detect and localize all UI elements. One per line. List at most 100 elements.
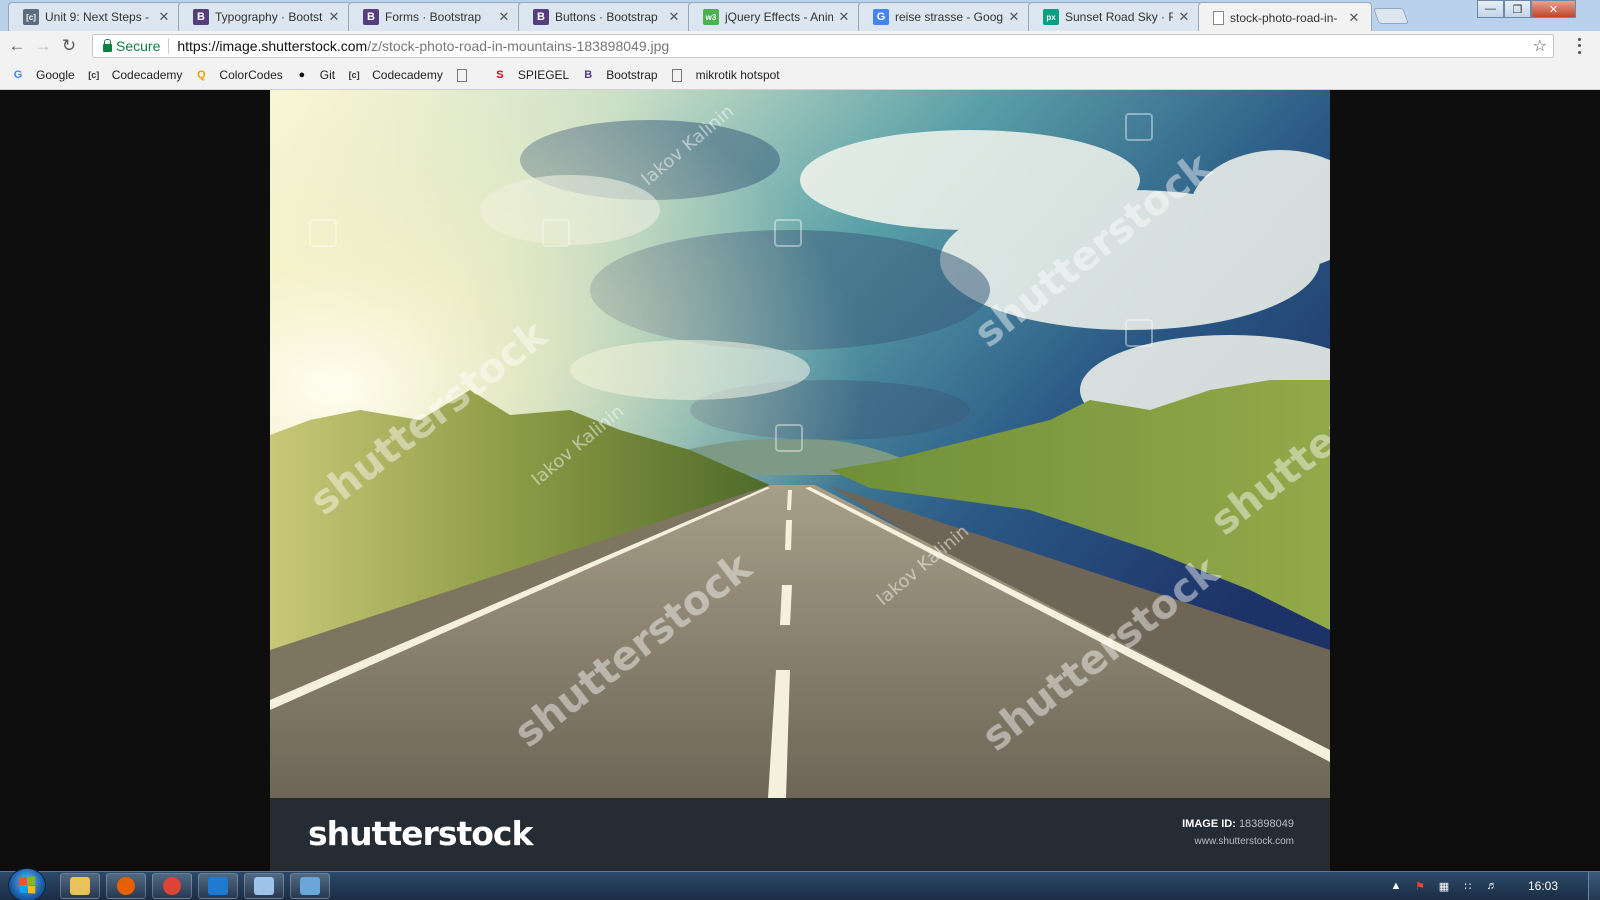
minimize-button[interactable]: — bbox=[1477, 0, 1504, 18]
taskbar-app-vscode[interactable] bbox=[198, 873, 238, 899]
image-id-label: IMAGE ID: bbox=[1182, 818, 1236, 830]
tab-2[interactable]: B Forms · Bootstrap ✕ bbox=[348, 2, 522, 31]
page-icon bbox=[671, 68, 682, 82]
page-viewport: shutterstock shutterstock shutterstock s… bbox=[0, 90, 1600, 871]
arrow-right-icon: → bbox=[34, 36, 52, 55]
bookmark-label: mikrotik hotspot bbox=[695, 68, 780, 82]
bookmarks-bar: G Google [c] Codecademy Q ColorCodes ● Git [c] Co… bbox=[0, 61, 1600, 90]
page-icon bbox=[1213, 10, 1224, 25]
url-path: /z/stock-photo-road-in-mountains-1838980… bbox=[367, 38, 670, 54]
explorer-icon bbox=[70, 877, 90, 895]
address-bar[interactable]: Secure https://image.shutterstock.com/z/… bbox=[92, 34, 1554, 58]
start-button[interactable] bbox=[8, 868, 46, 900]
action-center-flag-icon[interactable]: ⚑ bbox=[1413, 879, 1427, 893]
browser-toolbar: ← → ↻ Secure https://image.shutterstock.… bbox=[0, 31, 1600, 61]
bookmark-label: Git bbox=[319, 68, 336, 82]
close-icon[interactable]: ✕ bbox=[157, 9, 171, 25]
arrow-left-icon: ← bbox=[8, 36, 26, 55]
tab-title: Unit 9: Next Steps - B bbox=[45, 10, 153, 24]
github-icon: ● bbox=[298, 69, 306, 81]
tab-title: Buttons · Bootstrap bbox=[555, 10, 658, 24]
reload-button[interactable]: ↻ bbox=[56, 33, 82, 59]
taskbar-app-notepad[interactable] bbox=[244, 873, 284, 899]
url-host: https://image.shutterstock.com bbox=[177, 38, 368, 54]
tab-title: jQuery Effects - Anima bbox=[725, 10, 833, 24]
minimize-icon: — bbox=[1485, 3, 1496, 15]
shutterstock-logo: shutterstock bbox=[308, 814, 533, 853]
taskbar-app-chrome[interactable] bbox=[152, 873, 192, 899]
maximize-icon: ❐ bbox=[1512, 3, 1523, 16]
notepad-icon bbox=[254, 877, 274, 895]
tab-4[interactable]: w3 jQuery Effects - Anima ✕ bbox=[688, 2, 862, 31]
tab-5[interactable]: Greise strasse - Google ✕ bbox=[858, 2, 1032, 31]
bookmark-label: ColorCodes bbox=[219, 68, 283, 82]
tab-title: reise strasse - Google bbox=[895, 10, 1003, 24]
taskbar-app-firefox[interactable] bbox=[106, 873, 146, 899]
google-icon: G bbox=[13, 69, 23, 81]
close-icon[interactable]: ✕ bbox=[327, 9, 341, 25]
new-tab-button[interactable] bbox=[1373, 8, 1409, 24]
image-id-value: 183898049 bbox=[1238, 818, 1294, 830]
volume-icon[interactable]: ♬ bbox=[1485, 879, 1499, 893]
shutterstock-footer: shutterstock IMAGE ID: 183898049 www.shu… bbox=[270, 798, 1330, 871]
close-icon[interactable]: ✕ bbox=[1347, 10, 1361, 26]
search-icon: Q bbox=[197, 69, 206, 81]
show-hidden-icons-icon[interactable]: ▲ bbox=[1389, 879, 1403, 893]
device-icon[interactable]: ▦ bbox=[1437, 879, 1451, 893]
tab-1[interactable]: B Typography · Bootstra ✕ bbox=[178, 2, 352, 31]
bootstrap-icon: B bbox=[533, 9, 549, 25]
bookmark-label: Codecademy bbox=[111, 68, 183, 82]
road-landscape-image: shutterstock shutterstock shutterstock s… bbox=[270, 90, 1330, 798]
bookmark-item[interactable]: mikrotik hotspot bbox=[669, 64, 780, 86]
bookmark-item[interactable] bbox=[454, 64, 481, 86]
lock-icon bbox=[103, 38, 112, 52]
maximize-button[interactable]: ❐ bbox=[1504, 0, 1531, 18]
close-icon[interactable]: ✕ bbox=[1177, 9, 1191, 25]
bookmark-item[interactable]: [c] Codecademy bbox=[86, 64, 183, 86]
tab-title: Sunset Road Sky · Free bbox=[1065, 10, 1173, 24]
vscode-icon bbox=[208, 877, 228, 895]
network-icon[interactable]: ∷ bbox=[1461, 879, 1475, 893]
bookmark-item[interactable]: ● Git bbox=[294, 64, 335, 86]
close-icon[interactable]: ✕ bbox=[667, 9, 681, 25]
reload-icon: ↻ bbox=[61, 36, 77, 55]
taskbar-app-explorer[interactable] bbox=[60, 873, 100, 899]
bookmark-item[interactable]: B Bootstrap bbox=[580, 64, 657, 86]
image-id: IMAGE ID: 183898049 bbox=[1182, 818, 1294, 830]
bootstrap-icon: B bbox=[363, 9, 379, 25]
taskbar-app-remote-desktop[interactable] bbox=[290, 873, 330, 899]
tab-7[interactable]: stock-photo-road-in- ✕ bbox=[1198, 2, 1372, 31]
bookmark-label: SPIEGEL bbox=[517, 68, 570, 82]
codecademy-icon: [c] bbox=[88, 70, 100, 80]
browser-menu-button[interactable] bbox=[1572, 36, 1586, 56]
bookmark-item[interactable]: S SPIEGEL bbox=[492, 64, 569, 86]
bookmark-star-icon[interactable]: ☆ bbox=[1533, 36, 1547, 56]
forward-button[interactable]: → bbox=[30, 33, 56, 59]
close-icon[interactable]: ✕ bbox=[1007, 9, 1021, 25]
close-icon[interactable]: ✕ bbox=[497, 9, 511, 25]
page-icon bbox=[456, 68, 467, 82]
window-close-button[interactable]: ✕ bbox=[1531, 0, 1576, 18]
remote-desktop-icon bbox=[300, 877, 320, 895]
bookmark-item[interactable]: G Google bbox=[10, 64, 75, 86]
bookmark-item[interactable]: [c] Codecademy bbox=[346, 64, 443, 86]
clock[interactable]: 16:03 bbox=[1528, 879, 1558, 893]
show-desktop-button[interactable] bbox=[1588, 872, 1600, 900]
spiegel-icon: S bbox=[496, 69, 504, 81]
tab-3[interactable]: B Buttons · Bootstrap ✕ bbox=[518, 2, 692, 31]
close-icon[interactable]: ✕ bbox=[837, 9, 851, 25]
firefox-icon bbox=[117, 877, 135, 895]
tab-6[interactable]: px Sunset Road Sky · Free ✕ bbox=[1028, 2, 1202, 31]
tab-title: Forms · Bootstrap bbox=[385, 10, 482, 24]
tab-strip: [c] Unit 9: Next Steps - B ✕ B Typography · … bbox=[0, 0, 1600, 31]
system-tray: ▲ ⚑ ▦ ∷ ♬ 16:03 bbox=[1384, 872, 1600, 900]
tab-title: Typography · Bootstra bbox=[215, 10, 323, 24]
bookmark-label: Codecademy bbox=[372, 68, 443, 82]
bookmark-label: Bootstrap bbox=[606, 68, 658, 82]
bookmark-item[interactable]: Q ColorCodes bbox=[193, 64, 283, 86]
tab-0[interactable]: [c] Unit 9: Next Steps - B ✕ bbox=[8, 2, 182, 31]
omnibox-divider bbox=[168, 38, 170, 54]
back-button[interactable]: ← bbox=[4, 33, 30, 59]
w3schools-icon: w3 bbox=[703, 9, 719, 25]
site-url: www.shutterstock.com bbox=[1194, 836, 1294, 847]
